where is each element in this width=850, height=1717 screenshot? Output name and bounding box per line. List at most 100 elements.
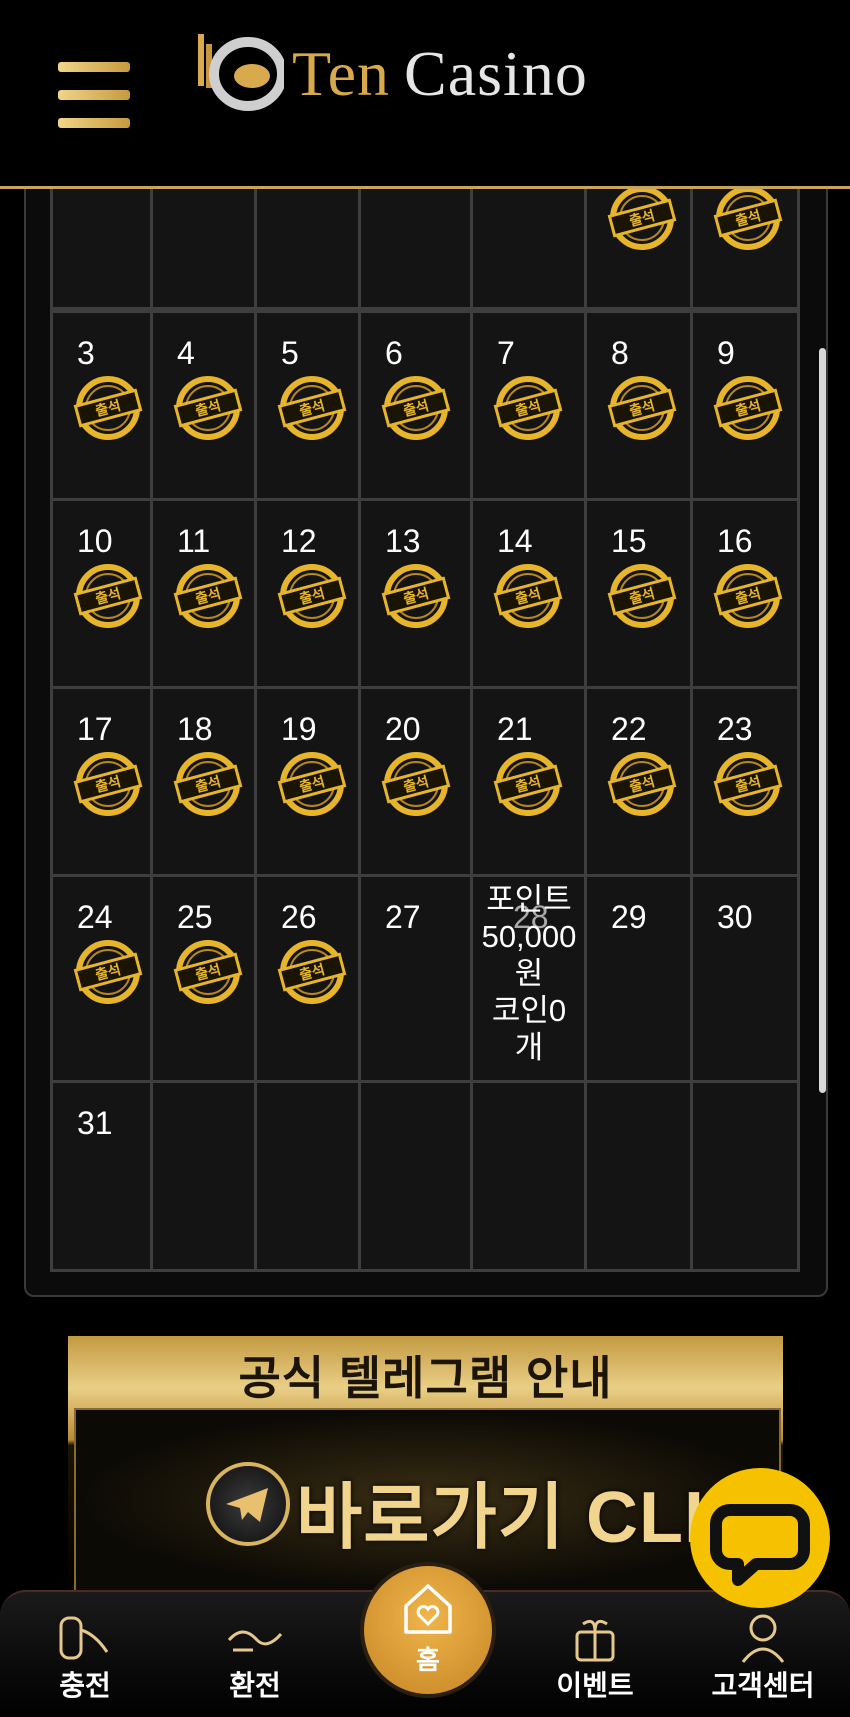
scrollbar[interactable] — [819, 348, 826, 1093]
calendar-day-number: 8 — [611, 335, 629, 371]
calendar-day-cell[interactable]: 18 출석 — [150, 686, 258, 878]
calendar-day-cell[interactable]: 22 출석 — [584, 686, 694, 878]
attendance-stamp-icon: 출석 — [173, 564, 243, 628]
attendance-stamp-icon: 출석 — [607, 564, 677, 628]
calendar-day-cell[interactable]: 20 출석 — [358, 686, 474, 878]
calendar-day-cell[interactable] — [358, 182, 474, 310]
reward-info-line: 50,000 — [481, 919, 577, 954]
calendar-day-cell[interactable]: 23 출석 — [690, 686, 800, 878]
calendar-day-number: 17 — [77, 711, 113, 747]
deposit-icon — [59, 1616, 109, 1660]
calendar-day-number: 25 — [177, 899, 213, 935]
attendance-stamp-icon: 출석 — [493, 752, 563, 816]
calendar-day-number: 6 — [385, 335, 403, 371]
calendar-day-cell[interactable]: 31 — [50, 1080, 154, 1272]
ten-casino-logo[interactable]: Ten Casino — [196, 30, 656, 120]
calendar-day-cell[interactable]: 출석 — [584, 182, 694, 310]
attendance-stamp-icon: 출석 — [73, 940, 143, 1004]
calendar-day-cell[interactable] — [150, 1080, 258, 1272]
calendar-day-cell[interactable]: 19 출석 — [254, 686, 362, 878]
calendar-day-number: 24 — [77, 899, 113, 935]
reward-info-line: 원 — [514, 956, 544, 991]
nav-deposit-label: 충전 — [59, 1670, 111, 1701]
calendar-day-cell[interactable]: 7 출석 — [470, 310, 588, 502]
calendar-day-number: 4 — [177, 335, 195, 371]
nav-home[interactable]: 홈 — [360, 1562, 496, 1698]
calendar-day-cell[interactable]: 5 출석 — [254, 310, 362, 502]
calendar-day-cell[interactable]: 27 — [358, 874, 474, 1084]
chat-button[interactable] — [690, 1468, 830, 1608]
calendar-day-number: 29 — [611, 899, 647, 935]
calendar-day-cell[interactable] — [470, 182, 588, 310]
calendar-day-cell[interactable] — [690, 1080, 800, 1272]
today-reward-info: 포인트 50,000 원 코인0 개 — [473, 881, 585, 1066]
calendar-day-cell[interactable]: 12 출석 — [254, 498, 362, 690]
calendar-day-cell[interactable]: 21 출석 — [470, 686, 588, 878]
attendance-stamp-icon: 출석 — [277, 752, 347, 816]
calendar-day-cell[interactable] — [50, 182, 154, 310]
calendar-day-number: 22 — [611, 711, 647, 747]
calendar-day-cell[interactable] — [358, 1080, 474, 1272]
calendar-day-cell[interactable]: 4 출석 — [150, 310, 258, 502]
hamburger-menu-icon[interactable] — [58, 62, 130, 128]
nav-support[interactable]: 고객센터 — [698, 1592, 828, 1717]
home-heart-icon — [404, 1584, 452, 1634]
attendance-stamp-icon: 출석 — [713, 752, 783, 816]
calendar-day-number: 10 — [77, 523, 113, 559]
support-icon — [741, 1614, 785, 1663]
attendance-stamp-icon: 출석 — [381, 564, 451, 628]
calendar-day-cell[interactable]: 16 출석 — [690, 498, 800, 690]
calendar-day-cell[interactable]: 10 출석 — [50, 498, 154, 690]
calendar-day-cell[interactable]: 14 출석 — [470, 498, 588, 690]
calendar-day-number: 26 — [281, 899, 317, 935]
calendar-day-cell[interactable]: 24 출석 — [50, 874, 154, 1084]
attendance-stamp-icon: 출석 — [713, 376, 783, 440]
calendar-day-cell[interactable]: 13 출석 — [358, 498, 474, 690]
reward-info-line: 코인0 — [491, 993, 567, 1028]
calendar-day-cell[interactable] — [584, 1080, 694, 1272]
attendance-stamp-icon: 출석 — [493, 376, 563, 440]
calendar-day-cell[interactable]: 25 출석 — [150, 874, 258, 1084]
attendance-stamp-icon: 출석 — [493, 564, 563, 628]
calendar-day-cell[interactable]: 30 — [690, 874, 800, 1084]
attendance-stamp-icon: 출석 — [73, 564, 143, 628]
attendance-stamp-icon: 출석 — [73, 752, 143, 816]
calendar-day-cell[interactable]: 15 출석 — [584, 498, 694, 690]
calendar-day-cell[interactable]: 3 출석 — [50, 310, 154, 502]
nav-withdraw[interactable]: 환전 — [190, 1592, 320, 1717]
calendar-day-cell[interactable]: 29 — [584, 874, 694, 1084]
calendar-day-cell[interactable]: 6 출석 — [358, 310, 474, 502]
telegram-icon — [206, 1462, 290, 1546]
calendar-day-cell[interactable]: 8 출석 — [584, 310, 694, 502]
gift-icon — [575, 1619, 615, 1662]
calendar-day-number: 30 — [717, 899, 753, 935]
attendance-stamp-icon: 출석 — [277, 940, 347, 1004]
nav-event[interactable]: 이벤트 — [530, 1592, 660, 1717]
calendar-day-cell[interactable]: 11 출석 — [150, 498, 258, 690]
logo-text-casino: Casino — [404, 38, 588, 109]
telegram-banner[interactable]: 공식 텔레그램 안내 바로가기 CLICK — [68, 1336, 783, 1596]
calendar-day-cell[interactable] — [470, 1080, 588, 1272]
nav-deposit[interactable]: 충전 — [20, 1592, 150, 1717]
nav-event-label: 이벤트 — [556, 1670, 634, 1701]
calendar-day-number: 15 — [611, 523, 647, 559]
calendar-day-number: 23 — [717, 711, 753, 747]
calendar-day-cell[interactable]: 28 포인트 50,000 원 코인0 개 — [470, 874, 588, 1084]
calendar-day-cell[interactable]: 17 출석 — [50, 686, 154, 878]
calendar-day-cell[interactable] — [254, 182, 362, 310]
attendance-stamp-icon: 출석 — [73, 376, 143, 440]
attendance-stamp-icon: 출석 — [381, 376, 451, 440]
nav-support-label: 고객센터 — [711, 1670, 815, 1701]
attendance-stamp-icon: 출석 — [607, 186, 677, 250]
attendance-stamp-icon: 출석 — [381, 752, 451, 816]
calendar-day-number: 14 — [497, 523, 533, 559]
calendar-day-cell[interactable]: 출석 — [690, 182, 800, 310]
attendance-stamp-icon: 출석 — [607, 376, 677, 440]
attendance-stamp-icon: 출석 — [173, 752, 243, 816]
calendar-day-cell[interactable] — [150, 182, 258, 310]
calendar-day-cell[interactable] — [254, 1080, 362, 1272]
app-header: Ten Casino — [0, 0, 850, 189]
calendar-day-cell[interactable]: 26 출석 — [254, 874, 362, 1084]
attendance-stamp-icon: 출석 — [173, 376, 243, 440]
calendar-day-cell[interactable]: 9 출석 — [690, 310, 800, 502]
